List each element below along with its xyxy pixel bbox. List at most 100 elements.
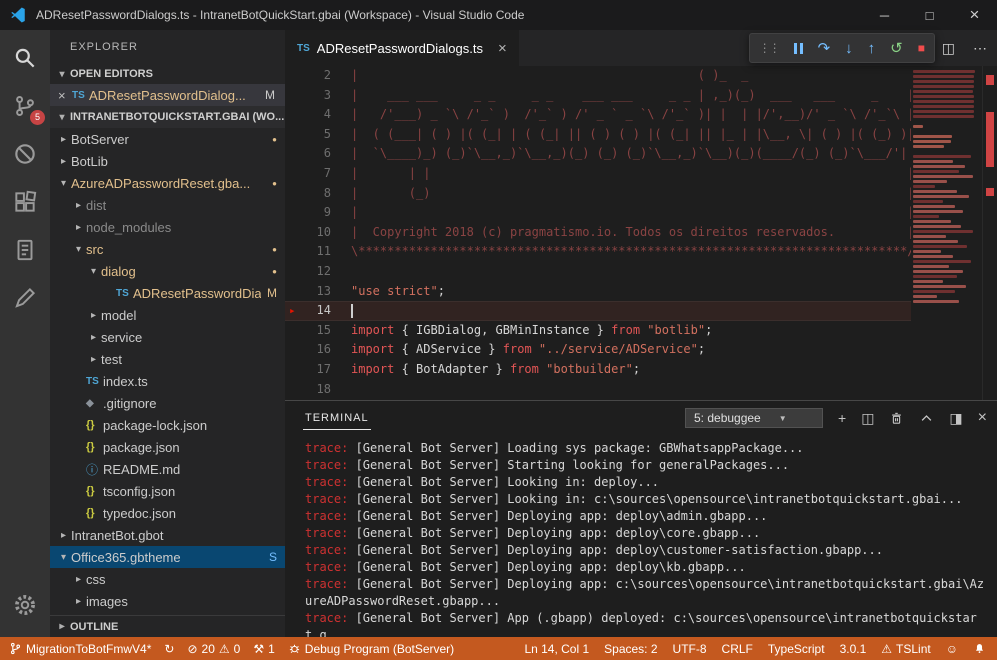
workspace-section-header[interactable]: ▾ INTRANETBOTQUICKSTART.GBAI (WO...	[50, 106, 285, 128]
code-line-10[interactable]: 10| Copyright 2018 (c) pragmatismo.io. T…	[285, 223, 997, 243]
open-editors-header[interactable]: ▾ OPEN EDITORS	[50, 64, 285, 84]
git-branch-item[interactable]: MigrationToBotFmwV4*	[9, 642, 151, 656]
eol-sequence[interactable]: CRLF	[722, 642, 753, 656]
encoding[interactable]: UTF-8	[673, 642, 707, 656]
language-mode[interactable]: TypeScript	[768, 642, 825, 656]
close-panel-icon[interactable]: ×	[978, 409, 987, 427]
code-line-11[interactable]: 11\*************************************…	[285, 242, 997, 262]
settings-gear-icon[interactable]	[0, 581, 50, 629]
code-line-8[interactable]: 8| (_) |	[285, 184, 997, 204]
kill-terminal-icon[interactable]	[889, 411, 904, 426]
chevron-collapsed-icon[interactable]: ▸	[56, 134, 71, 145]
code-line-18[interactable]: 18	[285, 380, 997, 400]
code-line-3[interactable]: 3| ___ ___ _ _ _ _ ___ ___ _ _ | ,_)(_) …	[285, 86, 997, 106]
minimap[interactable]	[911, 68, 983, 400]
tree-item-typedoc-json[interactable]: {}typedoc.json	[50, 502, 285, 524]
tree-item-botlib[interactable]: ▸BotLib	[50, 150, 285, 172]
code-line-14[interactable]: ▸14	[285, 301, 997, 321]
tree-item-botserver[interactable]: ▸BotServer●	[50, 128, 285, 150]
problems-item[interactable]: ⊘ 20 ⚠ 0	[187, 642, 240, 656]
indentation[interactable]: Spaces: 2	[604, 642, 657, 656]
tree-item-src[interactable]: ▾src●	[50, 238, 285, 260]
tree-item-intranetbot-gbot[interactable]: ▸IntranetBot.gbot	[50, 524, 285, 546]
stop-button[interactable]: ■	[918, 42, 925, 54]
close-editor-icon[interactable]: ×	[58, 88, 72, 103]
terminal-selector[interactable]: 5: debuggee ▼	[685, 408, 823, 428]
tree-item-dialog[interactable]: ▾dialog●	[50, 260, 285, 282]
split-terminal-icon[interactable]: ◫	[861, 410, 874, 427]
more-actions-icon[interactable]: ⋯	[973, 40, 987, 57]
tree-item-model[interactable]: ▸model	[50, 304, 285, 326]
chevron-collapsed-icon[interactable]: ▸	[56, 156, 71, 167]
panel-layout-icon[interactable]: ◨	[949, 410, 962, 427]
step-out-button[interactable]: ↑	[868, 41, 876, 56]
files-icon[interactable]	[0, 226, 50, 274]
tslint-item[interactable]: ⚠ TSLint	[881, 642, 930, 656]
chevron-expanded-icon[interactable]: ▾	[86, 266, 101, 277]
ts-version[interactable]: 3.0.1	[840, 642, 867, 656]
chevron-collapsed-icon[interactable]: ▸	[71, 200, 86, 211]
tree-item-tsconfig-json[interactable]: {}tsconfig.json	[50, 480, 285, 502]
feedback-smiley-icon[interactable]: ☺	[946, 642, 958, 656]
chevron-collapsed-icon[interactable]: ▸	[56, 530, 71, 541]
new-terminal-icon[interactable]: +	[838, 410, 846, 426]
tree-item-dist[interactable]: ▸dist	[50, 194, 285, 216]
step-over-button[interactable]: ↷	[818, 41, 831, 56]
debug-icon[interactable]	[0, 130, 50, 178]
chevron-collapsed-icon[interactable]: ▸	[86, 310, 101, 321]
code-editor[interactable]: 2| ( )_ _ |3| ___ ___ _ _ _ _ ___ ___ _ …	[285, 66, 997, 400]
outline-section-header[interactable]: ▸ OUTLINE	[50, 615, 285, 637]
maximize-button[interactable]: □	[907, 0, 952, 30]
tree-item-gitignore[interactable]: ◆.gitignore	[50, 392, 285, 414]
code-line-16[interactable]: 16import { ADService } from "../service/…	[285, 340, 997, 360]
chevron-expanded-icon[interactable]: ▾	[71, 244, 86, 255]
build-tasks-item[interactable]: ⚒ 1	[253, 642, 274, 656]
debug-program-item[interactable]: Debug Program (BotServer)	[288, 642, 454, 656]
tree-item-package-lock-json[interactable]: {}package-lock.json	[50, 414, 285, 436]
notifications-bell-icon[interactable]	[973, 642, 986, 655]
restart-button[interactable]: ↺	[890, 41, 903, 56]
chevron-collapsed-icon[interactable]: ▸	[86, 354, 101, 365]
tree-item-images[interactable]: ▸images	[50, 590, 285, 612]
code-line-7[interactable]: 7| | | |	[285, 164, 997, 184]
tree-item-css[interactable]: ▸css	[50, 568, 285, 590]
code-line-9[interactable]: 9| |	[285, 203, 997, 223]
code-line-13[interactable]: 13"use strict";	[285, 282, 997, 302]
step-into-button[interactable]: ↓	[845, 41, 853, 56]
overview-ruler[interactable]	[982, 66, 997, 400]
edit-icon[interactable]	[0, 274, 50, 322]
chevron-collapsed-icon[interactable]: ▸	[71, 574, 86, 585]
cursor-position[interactable]: Ln 14, Col 1	[524, 642, 589, 656]
chevron-collapsed-icon[interactable]: ▸	[71, 222, 86, 233]
split-editor-icon[interactable]: ◫	[942, 40, 955, 57]
tree-item-adresetpassworddial[interactable]: TSADResetPasswordDial...M	[50, 282, 285, 304]
chevron-expanded-icon[interactable]: ▾	[56, 552, 71, 563]
tab-close-icon[interactable]: ×	[498, 40, 507, 57]
maximize-panel-icon[interactable]	[919, 411, 934, 426]
source-control-icon[interactable]: 5	[0, 82, 50, 130]
tree-item-test[interactable]: ▸test	[50, 348, 285, 370]
close-button[interactable]: ×	[952, 0, 997, 30]
chevron-expanded-icon[interactable]: ▾	[56, 178, 71, 189]
code-line-17[interactable]: 17import { BotAdapter } from "botbuilder…	[285, 360, 997, 380]
open-editor-item[interactable]: × TS ADResetPasswordDialog... M	[50, 84, 285, 106]
tree-item-index-ts[interactable]: TSindex.ts	[50, 370, 285, 392]
tree-item-readme-md[interactable]: ⓘREADME.md	[50, 458, 285, 480]
tree-item-node-modules[interactable]: ▸node_modules	[50, 216, 285, 238]
terminal-output[interactable]: trace: [General Bot Server] Loading sys …	[285, 435, 997, 637]
tab-adresetpassworddialogs[interactable]: TS ADResetPasswordDialogs.ts ×	[285, 30, 519, 66]
chevron-collapsed-icon[interactable]: ▸	[86, 332, 101, 343]
sync-button[interactable]: ↻	[164, 642, 174, 656]
chevron-collapsed-icon[interactable]: ▸	[71, 596, 86, 607]
extensions-icon[interactable]	[0, 178, 50, 226]
code-line-2[interactable]: 2| ( )_ _ |	[285, 66, 997, 86]
tree-item-service[interactable]: ▸service	[50, 326, 285, 348]
search-icon[interactable]	[0, 34, 50, 82]
code-line-4[interactable]: 4| /'___) _ `\ /'_` ) /'_` ) /' _ ` _ `\…	[285, 105, 997, 125]
tree-item-package-json[interactable]: {}package.json	[50, 436, 285, 458]
terminal-tab[interactable]: TERMINAL	[303, 407, 371, 430]
code-line-5[interactable]: 5| ( (___| ( ) |( (_| | ( (_| || ( ) ( )…	[285, 125, 997, 145]
tree-item-office365-gbtheme[interactable]: ▾Office365.gbthemeS	[50, 546, 285, 568]
tree-item-azureadpasswordreset-gba[interactable]: ▾AzureADPasswordReset.gba...●	[50, 172, 285, 194]
drag-handle-icon[interactable]: ⋮⋮	[759, 42, 779, 54]
